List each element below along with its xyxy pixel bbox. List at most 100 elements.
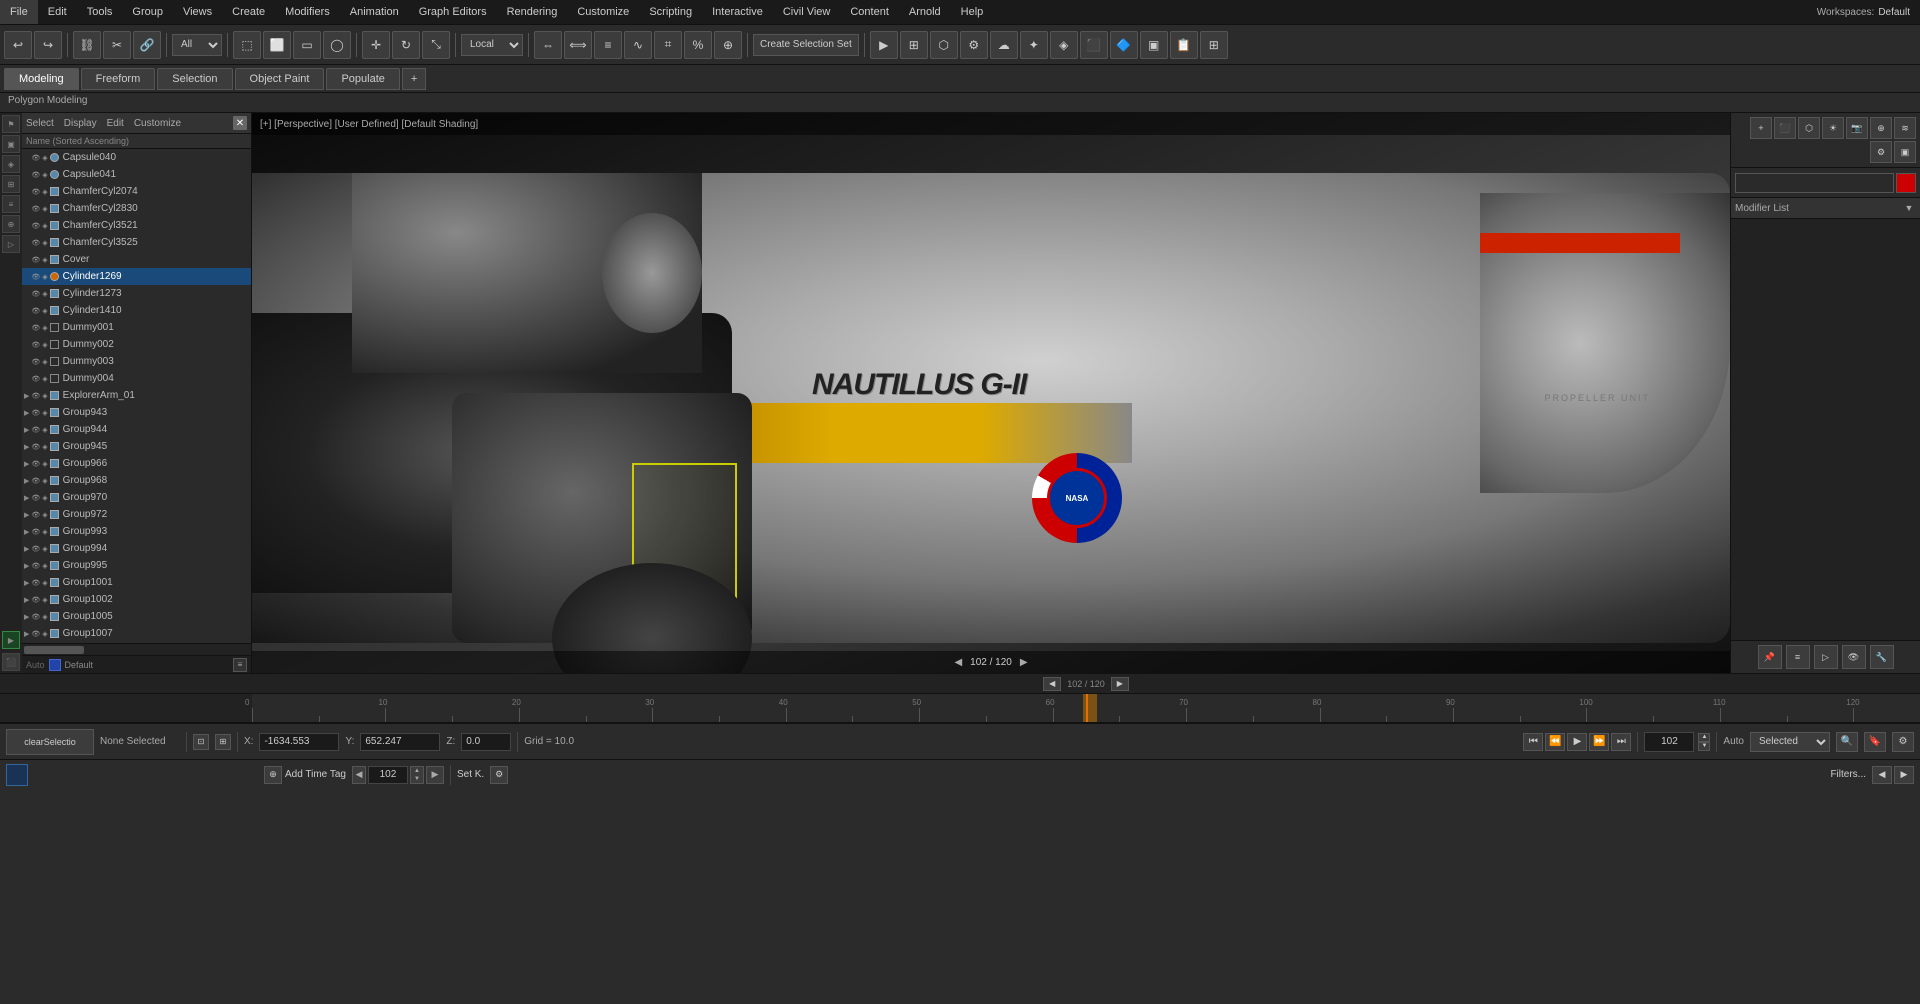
rp-pin-btn[interactable]: 📌 bbox=[1758, 645, 1782, 669]
rp-create-btn[interactable]: + bbox=[1750, 117, 1772, 139]
tl-range-left[interactable]: ◀ bbox=[1043, 677, 1061, 691]
status-icon-1[interactable]: ⊡ bbox=[193, 734, 209, 750]
filter-prev-btn[interactable]: ◀ bbox=[1872, 766, 1892, 784]
scene-item-cylinder1273[interactable]: ▶ 👁 ◈ Cylinder1273 bbox=[22, 285, 251, 302]
rp-display-btn[interactable]: 👁 bbox=[1842, 645, 1866, 669]
rp-light-btn[interactable]: ☀ bbox=[1822, 117, 1844, 139]
scene-item-group1002[interactable]: ▶ 👁 ◈ Group1002 bbox=[22, 591, 251, 608]
scene-item-cylinder1410[interactable]: ▶ 👁 ◈ Cylinder1410 bbox=[22, 302, 251, 319]
menu-civil-view[interactable]: Civil View bbox=[773, 0, 840, 24]
filter-next-btn[interactable]: ▶ bbox=[1894, 766, 1914, 784]
tl-range-right[interactable]: ▶ bbox=[1111, 677, 1129, 691]
environment-button[interactable]: ☁ bbox=[990, 31, 1018, 59]
menu-group[interactable]: Group bbox=[122, 0, 173, 24]
rp-spacewarp-btn[interactable]: ≋ bbox=[1894, 117, 1916, 139]
left-icon-btn-2[interactable]: ▣ bbox=[2, 135, 20, 153]
batch-render-button[interactable]: ⬛ bbox=[1080, 31, 1108, 59]
menu-content[interactable]: Content bbox=[840, 0, 899, 24]
settings-icon[interactable]: ⚙ bbox=[1892, 732, 1914, 752]
scale-button[interactable]: ⤡ bbox=[422, 31, 450, 59]
viewport-render-button[interactable]: ▣ bbox=[1140, 31, 1168, 59]
rp-geo-btn[interactable]: ⬛ bbox=[1774, 117, 1796, 139]
menu-modifiers[interactable]: Modifiers bbox=[275, 0, 340, 24]
key-options-btn[interactable]: ⚙ bbox=[490, 766, 508, 784]
scene-explorer-close[interactable]: ✕ bbox=[233, 116, 247, 130]
left-icon-bottom[interactable]: ⬛ bbox=[2, 653, 20, 671]
filters-label[interactable]: Filters... bbox=[1830, 769, 1866, 780]
scene-item-dummy003[interactable]: ▶ 👁 ◈ Dummy003 bbox=[22, 353, 251, 370]
scene-item-cylinder1269[interactable]: ▶ 👁 ◈ Cylinder1269 bbox=[22, 268, 251, 285]
frame-spin[interactable]: ▲ ▼ bbox=[410, 766, 424, 784]
move-button[interactable]: ✛ bbox=[362, 31, 390, 59]
rotate-button[interactable]: ↻ bbox=[392, 31, 420, 59]
mirror-button[interactable]: ⇔ bbox=[534, 31, 562, 59]
material-editor-button[interactable]: ⬡ bbox=[930, 31, 958, 59]
color-swatch[interactable] bbox=[1896, 173, 1916, 193]
tab-modeling[interactable]: Modeling bbox=[4, 68, 79, 90]
raytracer-button[interactable]: ◈ bbox=[1050, 31, 1078, 59]
modifier-dropdown-arrow[interactable]: ▼ bbox=[1902, 201, 1916, 215]
render-frame-button[interactable]: ⊞ bbox=[900, 31, 928, 59]
tab-selection[interactable]: Selection bbox=[157, 68, 232, 90]
bookmark-icon[interactable]: 🔖 bbox=[1864, 732, 1886, 752]
angle-snap-button[interactable]: ⌗ bbox=[654, 31, 682, 59]
layer-button[interactable]: ≡ bbox=[594, 31, 622, 59]
scene-states-button[interactable]: 📋 bbox=[1170, 31, 1198, 59]
rp-utility-btn[interactable]: 🔧 bbox=[1870, 645, 1894, 669]
menu-views[interactable]: Views bbox=[173, 0, 222, 24]
tab-object-paint[interactable]: Object Paint bbox=[235, 68, 325, 90]
bind-button[interactable]: 🔗 bbox=[133, 31, 161, 59]
scene-item-dummy004[interactable]: ▶ 👁 ◈ Dummy004 bbox=[22, 370, 251, 387]
tab-freeform[interactable]: Freeform bbox=[81, 68, 156, 90]
pb-end[interactable]: ⏭ bbox=[1611, 733, 1631, 751]
menu-help[interactable]: Help bbox=[951, 0, 994, 24]
menu-rendering[interactable]: Rendering bbox=[497, 0, 568, 24]
scene-item-capsule041[interactable]: ▶ 👁 ◈ Capsule041 bbox=[22, 166, 251, 183]
unlink-button[interactable]: ✂ bbox=[103, 31, 131, 59]
pagination-prev[interactable]: ◀ bbox=[954, 657, 962, 668]
align-button[interactable]: ⟺ bbox=[564, 31, 592, 59]
scene-item-group966[interactable]: ▶ 👁 ◈ Group966 bbox=[22, 455, 251, 472]
scene-item-group993[interactable]: ▶ 👁 ◈ Group993 bbox=[22, 523, 251, 540]
scene-item-group994[interactable]: ▶ 👁 ◈ Group994 bbox=[22, 540, 251, 557]
rp-shape-btn[interactable]: ⬡ bbox=[1798, 117, 1820, 139]
pb-start[interactable]: ⏮ bbox=[1523, 733, 1543, 751]
menu-edit[interactable]: Edit bbox=[38, 0, 77, 24]
frame-step-back[interactable]: ◀ bbox=[352, 766, 366, 784]
left-icon-btn-3[interactable]: ◈ bbox=[2, 155, 20, 173]
scene-item-group945[interactable]: ▶ 👁 ◈ Group945 bbox=[22, 438, 251, 455]
hscroll-bar[interactable] bbox=[22, 643, 251, 655]
lasso-select-button[interactable]: ◯ bbox=[323, 31, 351, 59]
scene-item-cover[interactable]: ▶ 👁 ◈ Cover bbox=[22, 251, 251, 268]
percent-button[interactable]: % bbox=[684, 31, 712, 59]
scene-item-chamfercyl3525[interactable]: ▶ 👁 ◈ ChamferCyl3525 bbox=[22, 234, 251, 251]
layer-menu-icon[interactable]: ≡ bbox=[233, 658, 247, 672]
menu-file[interactable]: File bbox=[0, 0, 38, 24]
left-icon-btn-6[interactable]: ⊕ bbox=[2, 215, 20, 233]
scene-item-group1001[interactable]: ▶ 👁 ◈ Group1001 bbox=[22, 574, 251, 591]
menu-graph-editors[interactable]: Graph Editors bbox=[409, 0, 497, 24]
rp-camera-btn[interactable]: 📷 bbox=[1846, 117, 1868, 139]
select-region-button[interactable]: ⬜ bbox=[263, 31, 291, 59]
undo-button[interactable]: ↩ bbox=[4, 31, 32, 59]
redo-button[interactable]: ↪ bbox=[34, 31, 62, 59]
pagination-next[interactable]: ▶ bbox=[1020, 657, 1028, 668]
scene-item-chamfercyl3521[interactable]: ▶ 👁 ◈ ChamferCyl3521 bbox=[22, 217, 251, 234]
scene-item-group972[interactable]: ▶ 👁 ◈ Group972 bbox=[22, 506, 251, 523]
set-key-label[interactable]: Set K. bbox=[457, 769, 484, 780]
rp-system-btn[interactable]: ⚙ bbox=[1870, 141, 1892, 163]
scene-item-group1007[interactable]: ▶ 👁 ◈ Group1007 bbox=[22, 625, 251, 642]
pb-play[interactable]: ▶ bbox=[1567, 733, 1587, 751]
menu-interactive[interactable]: Interactive bbox=[702, 0, 773, 24]
scene-item-group970[interactable]: ▶ 👁 ◈ Group970 bbox=[22, 489, 251, 506]
selected-dropdown[interactable]: Selected All bbox=[1750, 732, 1830, 752]
menu-customize[interactable]: Customize bbox=[567, 0, 639, 24]
se-tab-display[interactable]: Display bbox=[64, 118, 97, 129]
menu-scripting[interactable]: Scripting bbox=[639, 0, 702, 24]
scene-item-group995[interactable]: ▶ 👁 ◈ Group995 bbox=[22, 557, 251, 574]
left-icon-btn-7[interactable]: ▷ bbox=[2, 235, 20, 253]
scene-item-chamfercyl2830[interactable]: ▶ 👁 ◈ ChamferCyl2830 bbox=[22, 200, 251, 217]
select-button[interactable]: ⬚ bbox=[233, 31, 261, 59]
menu-tools[interactable]: Tools bbox=[77, 0, 123, 24]
scene-item-group944[interactable]: ▶ 👁 ◈ Group944 bbox=[22, 421, 251, 438]
